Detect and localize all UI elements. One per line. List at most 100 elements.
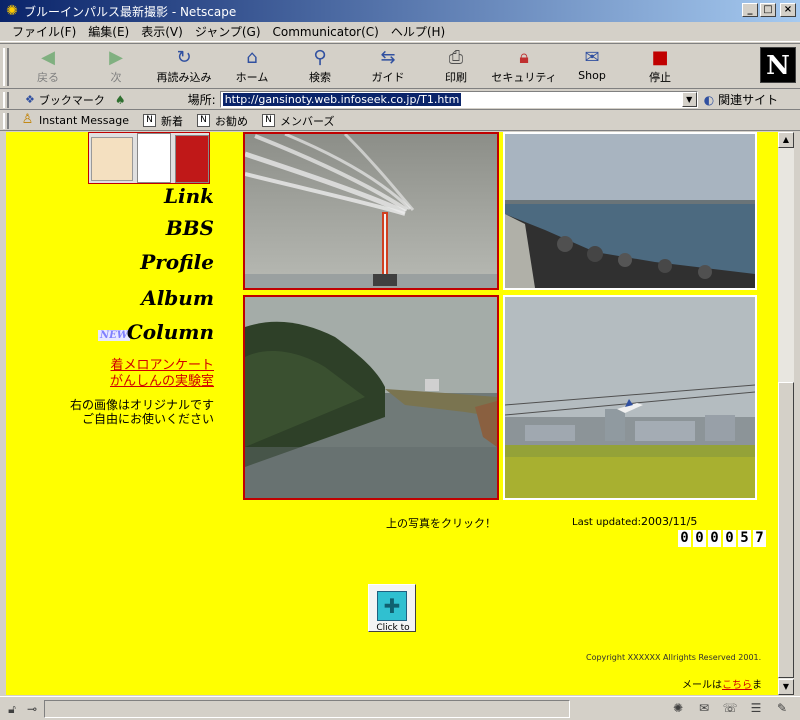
page-link-icon: N bbox=[262, 114, 275, 127]
location-label: 場所: bbox=[187, 93, 216, 107]
mail-link[interactable]: こちら bbox=[722, 680, 752, 691]
search-button[interactable]: ⚲ 検索 bbox=[286, 44, 354, 88]
online-status-icon[interactable]: ⊸ bbox=[24, 701, 40, 717]
nav-link-bbs[interactable]: BBS bbox=[166, 216, 214, 240]
stop-label: 停止 bbox=[649, 71, 671, 84]
security-lock-icon[interactable]: 🔓︎ bbox=[4, 701, 20, 717]
mail-icon[interactable]: ✉ bbox=[694, 700, 714, 716]
page-proxy-icon[interactable]: ♠ bbox=[115, 93, 126, 107]
window-controls: _ □ × bbox=[742, 3, 796, 17]
scroll-up-button[interactable]: ▲ bbox=[778, 132, 794, 148]
toolbar-grip[interactable] bbox=[3, 48, 9, 86]
personal-toolbar-grip[interactable] bbox=[3, 112, 9, 129]
lab-link[interactable]: がんしんの実験室 bbox=[110, 370, 214, 389]
home-button[interactable]: ⌂ ホーム bbox=[218, 44, 286, 88]
menu-edit[interactable]: 編集(E) bbox=[82, 23, 135, 40]
access-counter: 0 0 0 0 5 7 bbox=[678, 530, 766, 547]
print-button[interactable]: ⎙ 印刷 bbox=[422, 44, 490, 88]
discussion-icon[interactable]: ☏ bbox=[720, 700, 740, 716]
maximize-button[interactable]: □ bbox=[760, 3, 776, 17]
instant-message-button[interactable]: ♙ Instant Message bbox=[21, 113, 129, 127]
counter-digit: 0 bbox=[693, 530, 706, 547]
photo-crane-smoke-trails[interactable] bbox=[243, 132, 499, 290]
nav-link-profile[interactable]: Profile bbox=[140, 250, 214, 274]
note-line-2: ご自由にお使いください bbox=[81, 412, 214, 426]
mail-line: メールはこちらまで。 bbox=[682, 676, 778, 695]
menu-file[interactable]: ファイル(F) bbox=[6, 23, 82, 40]
forward-button[interactable]: ▶ 次 bbox=[82, 44, 150, 88]
banner-panel-left bbox=[91, 137, 133, 181]
nav-link-link[interactable]: Link bbox=[164, 184, 214, 208]
printer-icon: ⎙ bbox=[448, 47, 464, 68]
stop-traffic-light-icon: ■ bbox=[651, 47, 669, 68]
status-bar: 🔓︎ ⊸ ✺ ✉ ☏ ☰ ✎ bbox=[0, 696, 800, 720]
plugin-placeholder[interactable]: ✚ Click to bbox=[368, 584, 416, 633]
search-label: 検索 bbox=[309, 71, 331, 84]
page-link-icon: N bbox=[143, 114, 156, 127]
bookmarks-button[interactable]: ❖ ブックマーク bbox=[25, 92, 105, 108]
photo-crane-image bbox=[245, 134, 497, 288]
netscape-logo[interactable]: N bbox=[760, 47, 796, 83]
security-button[interactable]: 🔒︎ セキュリティ bbox=[490, 44, 558, 88]
vertical-scrollbar[interactable]: ▲ ▼ bbox=[778, 132, 794, 695]
address-book-icon[interactable]: ☰ bbox=[746, 700, 766, 716]
copyright-text: Copyright XXXXXX Allrights Reserved 2001… bbox=[586, 653, 762, 662]
shop-label: Shop bbox=[578, 69, 606, 82]
nav-link-album[interactable]: Album bbox=[141, 286, 214, 310]
back-button[interactable]: ◀ 戻る bbox=[14, 44, 82, 88]
url-text: http://gansinoty.web.infoseek.co.jp/T1.h… bbox=[222, 93, 462, 106]
members-link[interactable]: N メンバーズ bbox=[262, 113, 334, 129]
counter-digit: 5 bbox=[738, 530, 751, 547]
lock-icon: 🔒︎ bbox=[519, 47, 529, 68]
personal-toolbar: ♙ Instant Message N 新着 N お勧め N メンバーズ bbox=[0, 111, 800, 131]
menu-go[interactable]: ジャンプ(G) bbox=[189, 23, 267, 40]
minimize-button[interactable]: _ bbox=[742, 3, 758, 17]
recommended-link[interactable]: N お勧め bbox=[197, 113, 248, 129]
forward-arrow-icon: ▶ bbox=[109, 47, 123, 68]
photo-river-image bbox=[245, 297, 497, 498]
composer-icon[interactable]: ✎ bbox=[772, 700, 792, 716]
location-bar: ❖ ブックマーク ♠ 場所: http://gansinoty.web.info… bbox=[0, 90, 800, 110]
banner-image[interactable] bbox=[88, 132, 210, 184]
reload-button[interactable]: ↻ 再読み込み bbox=[150, 44, 218, 88]
nav-link-column[interactable]: Column bbox=[127, 320, 214, 344]
back-arrow-icon: ◀ bbox=[41, 47, 55, 68]
url-input[interactable]: http://gansinoty.web.infoseek.co.jp/T1.h… bbox=[219, 91, 698, 108]
banner-panel-right bbox=[175, 135, 209, 183]
netscape-app-icon[interactable]: ✺ bbox=[4, 3, 20, 19]
menu-bar: ファイル(F) 編集(E) 表示(V) ジャンプ(G) Communicator… bbox=[0, 22, 800, 42]
last-updated-label: Last updated: bbox=[572, 517, 641, 528]
photo-breakwater-sea[interactable] bbox=[503, 132, 757, 290]
mail-prefix: メールは bbox=[682, 680, 722, 691]
forward-label: 次 bbox=[110, 71, 122, 84]
url-dropdown-button[interactable]: ▼ bbox=[681, 92, 697, 107]
menu-communicator[interactable]: Communicator(C) bbox=[267, 25, 385, 39]
page-link-icon: N bbox=[197, 114, 210, 127]
guide-button[interactable]: ⇆ ガイド bbox=[354, 44, 422, 88]
component-bar: ✺ ✉ ☏ ☰ ✎ bbox=[668, 700, 792, 716]
related-sites-label: 関連サイト bbox=[718, 93, 779, 107]
menu-view[interactable]: 表示(V) bbox=[135, 23, 189, 40]
note-line-1: 右の画像はオリジナルです bbox=[69, 398, 214, 412]
navigator-icon[interactable]: ✺ bbox=[668, 700, 688, 716]
scroll-down-button[interactable]: ▼ bbox=[778, 679, 794, 695]
photo-airport-image bbox=[505, 297, 755, 498]
instant-message-label: Instant Message bbox=[39, 114, 129, 127]
last-updated-date: 2003/11/5 bbox=[640, 515, 698, 528]
shopping-bag-icon: ✉ bbox=[584, 47, 600, 68]
photo-river[interactable] bbox=[243, 295, 499, 500]
close-button[interactable]: × bbox=[780, 3, 796, 17]
last-updated: Last updated:2003/11/5 bbox=[572, 515, 697, 528]
window-title: ブルーインパルス最新撮影 - Netscape bbox=[24, 4, 237, 19]
related-sites-button[interactable]: ◐ 関連サイト bbox=[704, 91, 779, 108]
stop-button[interactable]: ■ 停止 bbox=[626, 44, 694, 88]
status-left: 🔓︎ ⊸ bbox=[4, 699, 570, 718]
title-bar: ✺ ブルーインパルス最新撮影 - Netscape _ □ × bbox=[0, 0, 800, 22]
photo-airport-airplane[interactable] bbox=[503, 295, 757, 500]
guide-signpost-icon: ⇆ bbox=[380, 47, 396, 68]
menu-help[interactable]: ヘルプ(H) bbox=[385, 23, 451, 40]
whats-new-link[interactable]: N 新着 bbox=[143, 113, 183, 129]
location-bar-grip[interactable] bbox=[3, 91, 9, 108]
shop-button[interactable]: ✉ Shop bbox=[558, 44, 626, 88]
scroll-thumb[interactable] bbox=[778, 382, 794, 678]
